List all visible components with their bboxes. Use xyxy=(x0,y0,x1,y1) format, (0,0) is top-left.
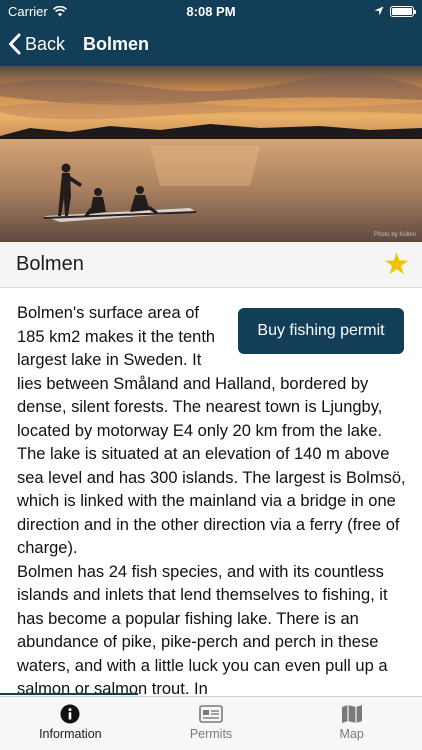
buy-fishing-permit-button[interactable]: Buy fishing permit xyxy=(238,308,404,354)
battery-icon xyxy=(390,5,416,17)
back-button[interactable]: Back xyxy=(8,33,65,55)
info-icon xyxy=(60,704,80,724)
scroll-indicator xyxy=(0,693,138,695)
location-arrow-icon xyxy=(374,6,384,16)
tab-map[interactable]: Map xyxy=(281,697,422,750)
battery-level xyxy=(392,7,412,15)
hero-image: Photo by Kollen xyxy=(0,66,422,242)
tab-permits[interactable]: Permits xyxy=(141,697,282,750)
chevron-left-icon xyxy=(9,33,21,55)
navigation-bar: Back Bolmen xyxy=(0,22,422,66)
status-bar: Carrier 8:08 PM xyxy=(0,0,422,22)
lake-title: Bolmen xyxy=(16,253,84,275)
description-paragraph: Bolmen has 24 fish species, and with its… xyxy=(17,562,388,697)
status-left: Carrier xyxy=(8,4,67,19)
photo-credit: Photo by Kollen xyxy=(373,232,416,238)
tab-bar: Information Permits Map xyxy=(0,696,422,750)
lake-title-row: Bolmen ★ xyxy=(0,242,422,288)
tab-information[interactable]: Information xyxy=(0,697,141,750)
carrier-label: Carrier xyxy=(8,3,48,19)
lake-description: Bolmen's surface area of 185 km2 makes i… xyxy=(17,302,408,696)
map-icon xyxy=(341,705,362,723)
nav-title: Bolmen xyxy=(83,33,150,54)
tab-permits-label: Permits xyxy=(189,727,233,741)
back-label: Back xyxy=(25,33,66,54)
tab-map-label: Map xyxy=(339,727,364,741)
lake-description-section: Buy fishing permit Bolmen's surface area… xyxy=(0,288,422,696)
favorite-star-icon[interactable]: ★ xyxy=(383,249,410,280)
permit-card-icon xyxy=(199,705,223,723)
sunset-lake-photo xyxy=(0,66,422,242)
tab-information-label: Information xyxy=(39,727,102,741)
status-right xyxy=(374,5,416,17)
wifi-icon xyxy=(52,5,67,16)
